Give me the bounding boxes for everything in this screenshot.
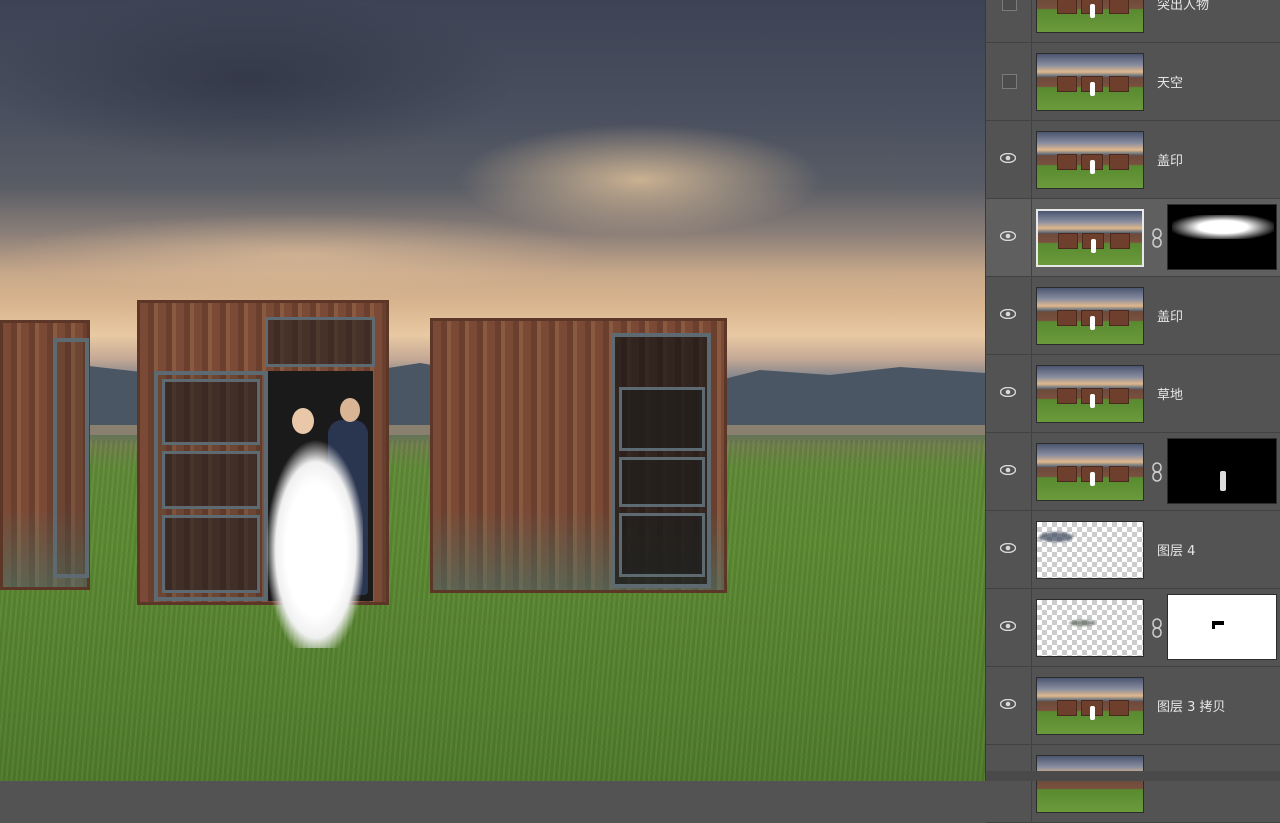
layer-mask-thumbnail[interactable]: [1167, 594, 1277, 660]
layer-name[interactable]: 突出人物: [1157, 0, 1209, 13]
layer-thumbnail[interactable]: [1036, 0, 1144, 33]
visibility-toggle[interactable]: [986, 433, 1032, 510]
layer-thumbnail[interactable]: [1036, 521, 1144, 579]
hidden-box-icon[interactable]: [1002, 0, 1017, 11]
eye-icon[interactable]: [1000, 699, 1016, 709]
layer-row[interactable]: [986, 745, 1280, 823]
layer-row[interactable]: 天空: [986, 43, 1280, 121]
transom-window: [265, 317, 375, 367]
eye-icon[interactable]: [1000, 543, 1016, 553]
layer-thumbnail[interactable]: [1036, 599, 1144, 657]
chain-link-icon[interactable]: [1150, 462, 1164, 482]
eye-icon[interactable]: [1000, 621, 1016, 631]
hidden-box-icon[interactable]: [1002, 74, 1017, 89]
layer-thumbnail[interactable]: [1036, 677, 1144, 735]
layer-mask-thumbnail[interactable]: [1167, 438, 1277, 504]
layer-row[interactable]: [986, 589, 1280, 667]
eye-icon[interactable]: [1000, 231, 1016, 241]
layer-thumbnail[interactable]: [1036, 755, 1144, 813]
layer-name[interactable]: 盖印: [1157, 306, 1183, 325]
layer-row[interactable]: 盖印: [986, 121, 1280, 199]
layers-panel: 突出人物 天空 盖印 盖印 草地 图层 4 图层 3 拷贝: [985, 0, 1280, 823]
glass-door-right: [611, 333, 711, 588]
shipping-container-right: [430, 318, 727, 593]
layer-row[interactable]: 盖印: [986, 277, 1280, 355]
chain-link-icon[interactable]: [1150, 618, 1164, 638]
layer-thumbnail[interactable]: [1036, 209, 1144, 267]
eye-icon[interactable]: [1000, 387, 1016, 397]
visibility-toggle[interactable]: [986, 121, 1032, 198]
layer-row[interactable]: 图层 3 拷贝: [986, 667, 1280, 745]
bride-head: [292, 408, 314, 434]
visibility-toggle[interactable]: [986, 745, 1032, 822]
layer-name[interactable]: 天空: [1157, 72, 1183, 91]
document-canvas[interactable]: [0, 0, 985, 781]
layer-row[interactable]: 草地: [986, 355, 1280, 433]
layer-row-selected[interactable]: [986, 199, 1280, 277]
glass-door: [154, 371, 268, 601]
visibility-toggle[interactable]: [986, 667, 1032, 744]
layer-row[interactable]: [986, 433, 1280, 511]
chain-link-icon[interactable]: [1150, 228, 1164, 248]
layer-thumbnail[interactable]: [1036, 287, 1144, 345]
layer-thumbnail[interactable]: [1036, 131, 1144, 189]
layer-name[interactable]: 图层 3 拷贝: [1157, 696, 1226, 715]
eye-icon[interactable]: [1000, 465, 1016, 475]
visibility-toggle[interactable]: [986, 43, 1032, 120]
panel-footer-toolbar: [986, 771, 1280, 781]
layer-row[interactable]: 突出人物: [986, 0, 1280, 43]
visibility-toggle[interactable]: [986, 0, 1032, 42]
visibility-toggle[interactable]: [986, 277, 1032, 354]
layer-thumbnail[interactable]: [1036, 365, 1144, 423]
layer-mask-thumbnail[interactable]: [1167, 204, 1277, 270]
layer-name[interactable]: 图层 4: [1157, 540, 1195, 559]
bride-figure: [258, 430, 363, 648]
eye-icon[interactable]: [1000, 309, 1016, 319]
shipping-container-left: [0, 320, 90, 590]
layer-thumbnail[interactable]: [1036, 53, 1144, 111]
layer-name[interactable]: 盖印: [1157, 150, 1183, 169]
layer-row[interactable]: 图层 4: [986, 511, 1280, 589]
visibility-toggle[interactable]: [986, 511, 1032, 588]
layer-name[interactable]: 草地: [1157, 384, 1183, 403]
visibility-toggle[interactable]: [986, 589, 1032, 666]
eye-icon[interactable]: [1000, 153, 1016, 163]
visibility-toggle[interactable]: [986, 355, 1032, 432]
visibility-toggle[interactable]: [986, 199, 1032, 276]
groom-head: [340, 398, 360, 422]
layer-thumbnail[interactable]: [1036, 443, 1144, 501]
